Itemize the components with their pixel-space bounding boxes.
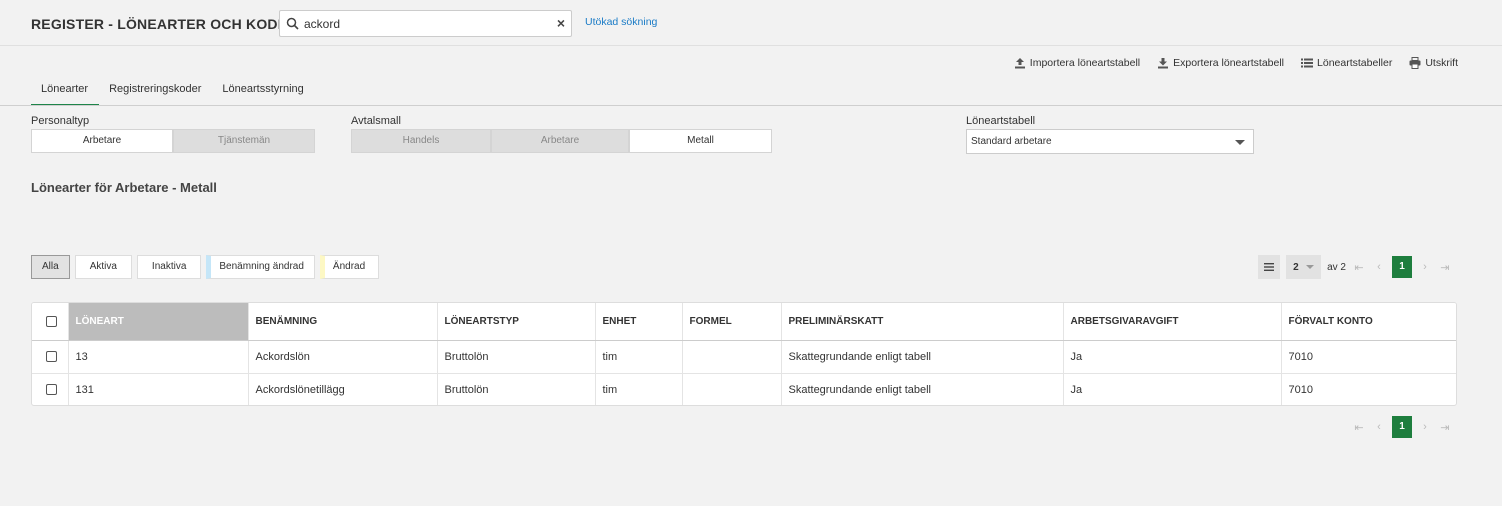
select-all-cell: [32, 303, 69, 341]
tab-bar: Lönearter Registreringskoder Löneartssty…: [31, 82, 315, 106]
extended-search-link[interactable]: Utökad sökning: [585, 16, 657, 28]
avtalsmall-option-handels[interactable]: Handels: [351, 129, 491, 153]
row-select-cell: [32, 373, 69, 405]
col-header-loneart[interactable]: LÖNEART: [68, 303, 249, 341]
import-label: Importera löneartstabell: [1029, 57, 1141, 69]
last-page-icon[interactable]: ⇥: [1438, 261, 1452, 274]
col-header-forvalt-konto[interactable]: FÖRVALT KONTO: [1281, 303, 1456, 341]
tables-label: Löneartstabeller: [1317, 57, 1393, 69]
import-button[interactable]: Importera löneartstabell: [1014, 57, 1140, 69]
cell-arbetsgivaravgift: Ja: [1063, 373, 1282, 405]
personaltyp-label: Personaltyp: [31, 115, 90, 127]
section-title: Lönearter för Arbetare - Metall: [31, 180, 217, 195]
pager-top: 2 av 2 ⇤ ‹ 1 › ⇥: [1258, 255, 1452, 279]
avtalsmall-selector: Handels Arbetare Metall: [351, 129, 772, 153]
cell-preliminarskatt: Skattegrundande enligt tabell: [781, 340, 1064, 374]
clear-search-icon[interactable]: ×: [557, 16, 565, 30]
first-page-icon[interactable]: ⇤: [1352, 261, 1366, 274]
tables-button[interactable]: Löneartstabeller: [1301, 57, 1392, 69]
loneartstabell-value: Standard arbetare: [971, 136, 1052, 147]
printer-icon: [1409, 57, 1421, 69]
avtalsmall-option-arbetare[interactable]: Arbetare: [491, 129, 629, 153]
filter-andrad[interactable]: Ändrad: [319, 255, 380, 279]
col-header-preliminarskatt[interactable]: PRELIMINÄRSKATT: [781, 303, 1064, 341]
cell-loneart: 131: [68, 373, 249, 405]
export-label: Exportera löneartstabell: [1173, 57, 1285, 69]
cell-benamning: Ackordslön: [248, 340, 438, 374]
table-row[interactable]: 131 Ackordslönetillägg Bruttolön tim Ska…: [32, 373, 1456, 405]
page-size-value: 2: [1293, 261, 1299, 273]
prev-page-icon[interactable]: ‹: [1372, 261, 1386, 273]
column-menu-button[interactable]: [1258, 255, 1281, 279]
header-divider: [0, 45, 1502, 46]
table-header-row: LÖNEART BENÄMNING LÖNEARTSTYP ENHET FORM…: [32, 303, 1456, 341]
lonearter-table: LÖNEART BENÄMNING LÖNEARTSTYP ENHET FORM…: [31, 302, 1457, 406]
search-icon: [286, 17, 299, 30]
cell-arbetsgivaravgift: Ja: [1063, 340, 1282, 374]
next-page-icon[interactable]: ›: [1418, 261, 1432, 273]
tab-registreringskoder[interactable]: Registreringskoder: [99, 82, 212, 106]
row-checkbox[interactable]: [46, 351, 57, 363]
print-label: Utskrift: [1425, 57, 1458, 69]
table-row[interactable]: 13 Ackordslön Bruttolön tim Skattegrunda…: [32, 340, 1456, 374]
search-input[interactable]: [304, 14, 544, 33]
row-checkbox[interactable]: [46, 384, 57, 396]
cell-preliminarskatt: Skattegrundande enligt tabell: [781, 373, 1064, 405]
toolbar: Importera löneartstabell Exportera lönea…: [1014, 57, 1458, 69]
last-page-icon[interactable]: ⇥: [1438, 421, 1452, 434]
upload-icon: [1014, 58, 1025, 69]
loneartstabell-label: Löneartstabell: [966, 115, 1036, 127]
col-header-formel[interactable]: FORMEL: [682, 303, 782, 341]
cell-loneartstyp: Bruttolön: [437, 373, 596, 405]
download-icon: [1158, 58, 1169, 69]
page-title: REGISTER - LÖNEARTER OCH KODER: [31, 16, 298, 32]
col-header-benamning[interactable]: BENÄMNING: [248, 303, 438, 341]
cell-loneartstyp: Bruttolön: [437, 340, 596, 374]
chevron-down-icon: [1305, 265, 1314, 269]
col-header-loneartstyp[interactable]: LÖNEARTSTYP: [437, 303, 596, 341]
cell-enhet: tim: [595, 340, 683, 374]
filter-aktiva[interactable]: Aktiva: [74, 255, 132, 279]
personaltyp-option-tjansteman[interactable]: Tjänstemän: [173, 129, 315, 153]
select-all-checkbox[interactable]: [46, 315, 57, 327]
cell-forvalt-konto: 7010: [1281, 340, 1456, 374]
avtalsmall-option-metall[interactable]: Metall: [629, 129, 772, 153]
print-button[interactable]: Utskrift: [1409, 57, 1458, 69]
loneartstabell-select[interactable]: Standard arbetare: [966, 129, 1254, 154]
filter-bar: Alla Aktiva Inaktiva Benämning ändrad Än…: [31, 255, 380, 279]
col-header-enhet[interactable]: ENHET: [595, 303, 683, 341]
export-button[interactable]: Exportera löneartstabell: [1157, 57, 1284, 69]
tab-lonearter[interactable]: Lönearter: [31, 82, 100, 106]
cell-forvalt-konto: 7010: [1288, 383, 1313, 396]
avtalsmall-label: Avtalsmall: [351, 115, 401, 127]
filter-alla[interactable]: Alla: [31, 255, 70, 279]
filter-benamning-andrad[interactable]: Benämning ändrad: [206, 255, 315, 279]
cell-loneart: 13: [68, 340, 249, 374]
next-page-icon[interactable]: ›: [1418, 421, 1432, 433]
current-page-button[interactable]: 1: [1392, 416, 1412, 438]
prev-page-icon[interactable]: ‹: [1372, 421, 1386, 433]
page-size-select[interactable]: 2: [1286, 255, 1322, 279]
page-count-text: av 2: [1327, 261, 1346, 273]
cell-enhet: tim: [595, 373, 683, 405]
filter-inaktiva[interactable]: Inaktiva: [136, 255, 202, 279]
personaltyp-selector: Arbetare Tjänstemän: [31, 129, 315, 153]
row-select-cell: [32, 340, 69, 374]
col-header-arbetsgivaravgift[interactable]: ARBETSGIVARAVGIFT: [1063, 303, 1282, 341]
menu-icon: [1264, 263, 1275, 271]
chevron-down-icon: [1235, 140, 1245, 145]
list-icon: [1301, 58, 1314, 68]
search-box[interactable]: ×: [279, 10, 572, 37]
personaltyp-option-arbetare[interactable]: Arbetare: [31, 129, 173, 153]
cell-benamning: Ackordslönetillägg: [248, 373, 438, 405]
cell-formel: [682, 373, 782, 405]
first-page-icon[interactable]: ⇤: [1352, 421, 1366, 434]
tab-loneartsstyrning[interactable]: Löneartsstyrning: [212, 82, 314, 106]
current-page-button[interactable]: 1: [1392, 256, 1412, 278]
tabs-divider: [0, 105, 1502, 106]
cell-formel: [682, 340, 782, 374]
pager-bottom: ⇤ ‹ 1 › ⇥: [1352, 416, 1452, 438]
